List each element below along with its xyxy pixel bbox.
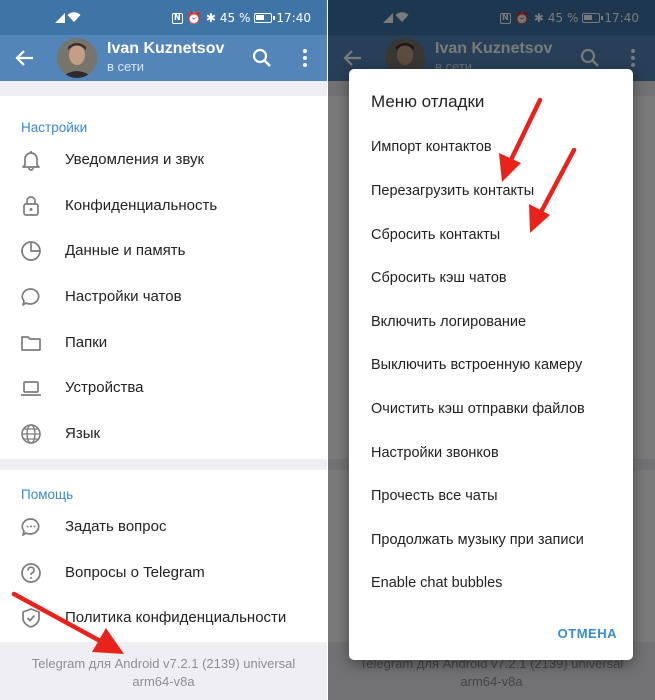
debug-menu-screen: N ⏰ ✱ 45 % 17:40 Ivan Kuznetsov в сети T…	[328, 0, 655, 700]
settings-screen: N ⏰ ✱ 45 % 17:40 Ivan Kuznetsov в сети Н…	[0, 0, 327, 700]
red-arrow-annotation	[11, 591, 124, 654]
red-arrow-annotation	[499, 97, 577, 233]
